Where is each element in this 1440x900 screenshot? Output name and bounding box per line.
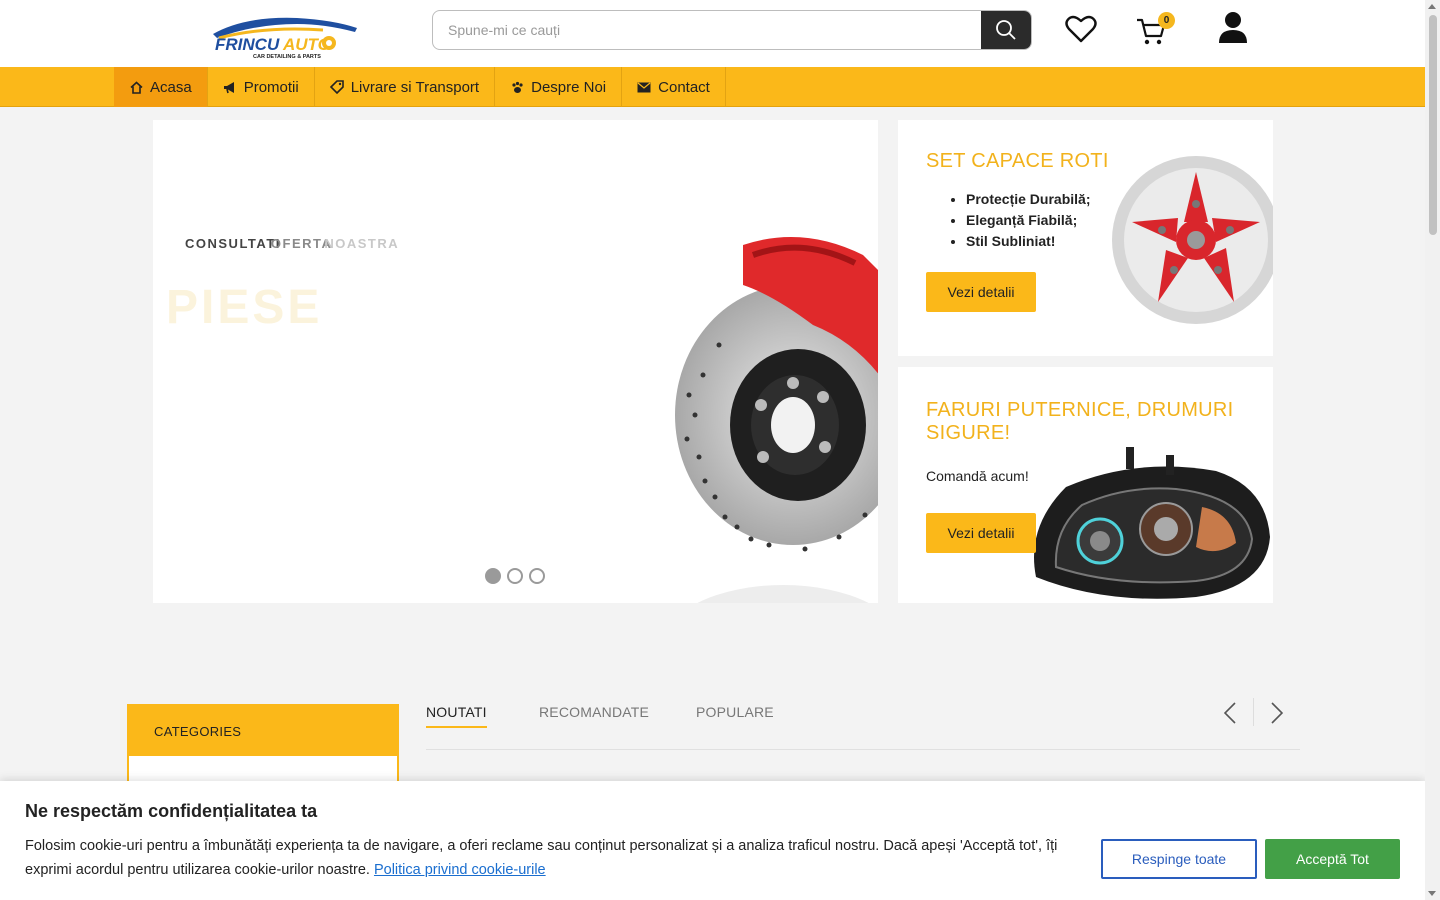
promo-features-list: Protecție Durabilă; Eleganță Fiabilă; St… [966, 189, 1090, 252]
headlight-image [1034, 447, 1270, 599]
promo-text: Comandă acum! [926, 468, 1029, 484]
page-scrollbar[interactable] [1425, 0, 1440, 900]
tag-icon [329, 80, 344, 94]
account-button[interactable] [1216, 10, 1250, 44]
site-header: FRINCU AUTO CAR DETAILING & PARTS 0 [0, 0, 1425, 67]
slider-pagination [485, 568, 545, 584]
wishlist-button[interactable] [1064, 12, 1098, 46]
user-icon [1219, 12, 1247, 43]
nav-item-shipping[interactable]: Livrare si Transport [315, 67, 496, 107]
svg-text:FRINCU: FRINCU [215, 35, 280, 54]
slider-dot[interactable] [529, 568, 545, 584]
promo-title: SET CAPACE ROTI [926, 150, 1109, 172]
tab-popular[interactable]: POPULARE [696, 704, 774, 726]
nav-label: Contact [658, 78, 710, 96]
cookie-text: Folosim cookie-uri pentru a îmbunătăți e… [25, 834, 1085, 882]
slide-subtitle-word: NOASTRA [324, 236, 400, 251]
slider-dot[interactable] [485, 568, 501, 584]
slide-subtitle-word: CONSULTATI [185, 236, 281, 251]
envelope-icon [637, 82, 651, 93]
home-icon [129, 80, 143, 94]
site-logo[interactable]: FRINCU AUTO CAR DETAILING & PARTS [205, 12, 365, 60]
hero-slider[interactable]: CONSULTATIOFERTANOASTRA PIESE [153, 120, 878, 603]
list-item: Protecție Durabilă; [966, 189, 1090, 210]
nav-item-home[interactable]: Acasa [114, 67, 208, 107]
heart-icon [1065, 15, 1097, 43]
nav-label: Promotii [243, 78, 299, 96]
nav-item-contact[interactable]: Contact [622, 67, 726, 107]
cookie-policy-link[interactable]: Politica privind cookie-urile [374, 862, 546, 878]
tab-new[interactable]: NOUTATI [426, 704, 487, 728]
nav-item-promotions[interactable]: Promotii [208, 67, 315, 107]
search-bar [432, 10, 1032, 50]
cart-count-badge: 0 [1158, 12, 1175, 29]
promo-card-wheel-covers: SET CAPACE ROTI Protecție Durabilă; Eleg… [898, 120, 1273, 356]
nav-label: Despre Noi [531, 78, 607, 96]
search-button[interactable] [981, 11, 1031, 49]
scrollbar-thumb[interactable] [1429, 15, 1437, 235]
nav-item-about[interactable]: Despre Noi [495, 67, 623, 107]
chevron-right-icon [1271, 702, 1283, 724]
promo-card-headlights: FARURI PUTERNICE, DRUMURI SIGURE! Comand… [898, 367, 1273, 603]
nav-label: Livrare si Transport [350, 78, 480, 96]
carousel-next-button[interactable] [1254, 698, 1300, 728]
search-input[interactable] [433, 11, 983, 49]
view-details-button[interactable]: Vezi detalii [926, 272, 1036, 312]
megaphone-icon [223, 81, 237, 94]
slide-title: PIESE [166, 281, 323, 334]
cookie-title: Ne respectăm confidențialitatea ta [25, 801, 318, 821]
accept-all-button[interactable]: Acceptă Tot [1265, 839, 1400, 879]
tab-recommended[interactable]: RECOMANDATE [539, 704, 649, 726]
list-item: Stil Subliniat! [966, 231, 1090, 252]
main-navigation: Acasa Promotii Livrare si Transport Desp… [0, 67, 1425, 107]
logo-graphic: FRINCU AUTO CAR DETAILING & PARTS [213, 17, 357, 60]
scroll-up-arrow[interactable] [1428, 4, 1436, 9]
chevron-left-icon [1224, 702, 1236, 724]
categories-title: CATEGORIES [129, 706, 397, 756]
paw-icon [510, 81, 524, 94]
search-icon [996, 20, 1016, 40]
slider-dot[interactable] [507, 568, 523, 584]
promo-title: FARURI PUTERNICE, DRUMURI SIGURE! [926, 399, 1234, 444]
reject-all-button[interactable]: Respinge toate [1101, 839, 1257, 879]
brake-disc-image [675, 237, 878, 603]
list-item: Eleganță Fiabilă; [966, 210, 1090, 231]
slide-subtitle: CONSULTATIOFERTANOASTRA [185, 236, 399, 251]
scroll-down-arrow[interactable] [1428, 891, 1436, 896]
carousel-prev-button[interactable] [1207, 698, 1253, 728]
carousel-arrows [1207, 698, 1300, 728]
cookie-consent-banner: Ne respectăm confidențialitatea ta Folos… [0, 781, 1425, 900]
wheel-cover-image [1112, 156, 1273, 324]
product-tabs: NOUTATI RECOMANDATE POPULARE [426, 698, 1300, 750]
nav-label: Acasa [150, 78, 192, 96]
view-details-button[interactable]: Vezi detalii [926, 513, 1036, 553]
svg-text:CAR DETAILING & PARTS: CAR DETAILING & PARTS [253, 54, 321, 60]
